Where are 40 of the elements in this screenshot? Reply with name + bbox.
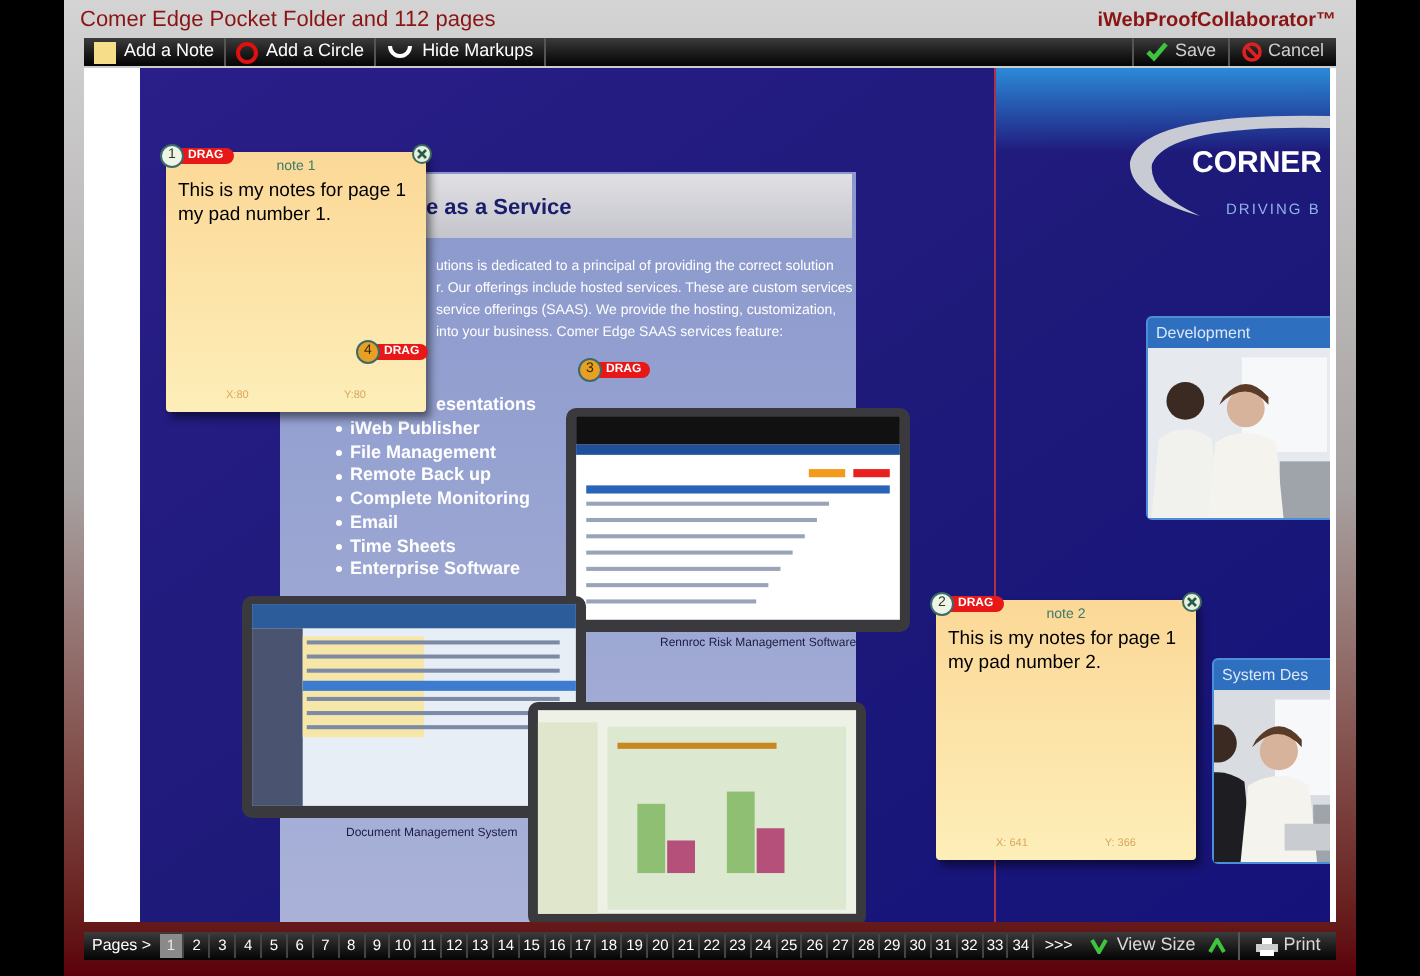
view-size-label: View Size: [1116, 932, 1196, 959]
print-button[interactable]: Print: [1237, 932, 1337, 960]
toolbar-button[interactable]: Save: [1132, 38, 1228, 66]
service-item: Email: [350, 509, 399, 536]
chevron-up-icon[interactable]: [1207, 938, 1226, 954]
bullet-icon: [336, 496, 342, 503]
service-item: Complete Monitoring: [350, 486, 530, 513]
bullet-icon: [336, 566, 342, 573]
service-item: File Management: [350, 439, 497, 466]
panel-heading: e as a Service: [426, 194, 572, 224]
logo-text: CORNER: [1192, 144, 1323, 184]
service-item: Enterprise Software: [350, 556, 521, 583]
note-text: This is my notes for page 1: [948, 627, 1179, 651]
note-icon: [94, 41, 116, 63]
card-title: Development: [1154, 322, 1253, 346]
document-title: Comer Edge Pocket Folder and 112 pages: [80, 5, 496, 35]
printer-icon: [1255, 937, 1278, 955]
toolbar-button[interactable]: Hide Markups: [376, 38, 546, 66]
toolbar-button[interactable]: Cancel: [1227, 38, 1336, 66]
note-text: my pad number 1.: [178, 203, 334, 227]
toolbar-button[interactable]: Add a Note: [84, 38, 227, 66]
chevron-down-icon[interactable]: [1090, 938, 1109, 954]
cancel-icon: [1241, 42, 1262, 62]
bullet-icon: [336, 520, 342, 527]
service-item: esentations: [436, 392, 537, 418]
pages-label: Pages >: [90, 934, 154, 958]
bullet-icon: [336, 449, 342, 456]
note-text: my pad number 2.: [948, 651, 1104, 675]
checkmark-icon: [1146, 42, 1169, 62]
card-title: System Des: [1220, 664, 1311, 688]
more-pages-button[interactable]: >>>: [1034, 934, 1083, 958]
bullet-icon: [336, 543, 342, 550]
note-text: This is my notes for page 1: [178, 179, 409, 203]
service-item: Remote Back up: [350, 462, 492, 489]
bullet-icon: [336, 473, 342, 480]
toolbar-button[interactable]: Add a Circle: [226, 38, 377, 66]
bullet-icon: [336, 426, 342, 433]
service-item: Time Sheets: [350, 533, 456, 559]
service-item: iWeb Publisher: [350, 416, 480, 442]
brand-name: iWebProofCollaborator™: [1097, 8, 1336, 36]
